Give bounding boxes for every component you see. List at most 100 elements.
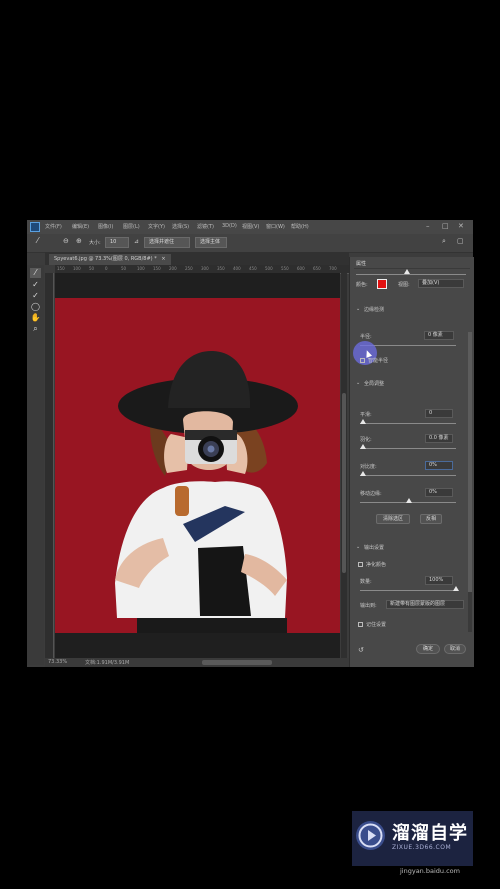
cancel-button[interactable]: 取消: [444, 644, 466, 654]
ruler-number: 350: [217, 266, 225, 271]
smart-radius-checkbox[interactable]: [360, 358, 365, 363]
decontaminate-label: 净化颜色: [366, 562, 387, 568]
tab-close-icon[interactable]: ×: [161, 256, 165, 262]
status-bar: 73.33% 文档:1.91M/3.91M: [45, 658, 349, 667]
smooth-slider[interactable]: [360, 423, 456, 424]
brush-tool-icon[interactable]: ⁄: [37, 236, 38, 245]
smooth-label: 平滑:: [360, 412, 372, 418]
ruler-number: 600: [297, 266, 305, 271]
photoshop-window: 文件(F) 编辑(E) 图像(I) 图层(L) 文字(Y) 选择(S) 滤镜(T…: [27, 220, 474, 667]
ruler-number: 300: [201, 266, 209, 271]
smooth-slider-knob[interactable]: [360, 419, 366, 424]
panel-scroll-thumb[interactable]: [468, 332, 472, 592]
ruler-number: 100: [73, 266, 81, 271]
clear-selection-button[interactable]: 清除选区: [376, 514, 410, 524]
feather-slider-knob[interactable]: [360, 444, 366, 449]
workspace-icon[interactable]: ▢: [457, 237, 464, 245]
output-to-select[interactable]: 新建带有图层蒙版的图层: [386, 600, 464, 609]
radius-field[interactable]: 0 像素: [424, 331, 454, 340]
refine-button[interactable]: 选择主体: [195, 237, 227, 248]
color-swatch[interactable]: [377, 279, 387, 289]
document-canvas[interactable]: [55, 298, 340, 633]
document-tab-bar: Spyevat6.jpg @ 73.3%(图层 0, RGB/8#) * ×: [45, 252, 349, 265]
decontaminate-checkbox[interactable]: [358, 562, 363, 567]
minimize-icon[interactable]: –: [426, 222, 430, 230]
contrast-slider[interactable]: [360, 475, 456, 476]
edge-detection-heading[interactable]: 边缘检测: [364, 306, 384, 313]
options-bar: ⁄ ⊖ ⊕ 大小: 10 ⊿ 选择并遮住 选择主体 ⌕ ▢: [27, 234, 473, 253]
menu-file[interactable]: 文件(F): [45, 223, 62, 230]
chevron-down-icon[interactable]: ⌄: [356, 544, 360, 550]
menu-view[interactable]: 视图(V): [242, 223, 259, 230]
brush-add-icon[interactable]: ⊕: [76, 237, 82, 245]
feather-label: 羽化:: [360, 437, 372, 443]
ruler-number: 250: [185, 266, 193, 271]
panel-scrollbar[interactable]: [468, 332, 472, 632]
menu-3d[interactable]: 3D(D): [222, 223, 237, 229]
menu-image[interactable]: 图像(I): [98, 223, 113, 230]
reset-icon[interactable]: ↺: [358, 646, 364, 654]
menu-type[interactable]: 文字(Y): [148, 223, 165, 230]
play-logo-icon: [356, 821, 385, 850]
search-icon[interactable]: ⌕: [442, 237, 446, 246]
shift-edge-field[interactable]: 0%: [425, 488, 453, 497]
zoom-tool-icon[interactable]: ⌕: [30, 324, 41, 334]
menu-filter[interactable]: 滤镜(T): [197, 223, 214, 230]
brand-url: ZIXUE.3D66.COM: [392, 844, 452, 851]
quick-selection-tool-icon[interactable]: ⁄: [30, 268, 41, 278]
lasso-tool-icon[interactable]: ◯: [30, 302, 41, 312]
output-settings-heading[interactable]: 输出设置: [364, 544, 384, 551]
ok-button[interactable]: 确定: [416, 644, 440, 654]
document-tab-title: Spyevat6.jpg @ 73.3%(图层 0, RGB/8#) *: [54, 256, 157, 262]
ruler-number: 450: [249, 266, 257, 271]
tools-panel: ⁄ ✓ ✓ ◯ ✋ ⌕: [27, 265, 44, 665]
opacity-slider[interactable]: [356, 274, 466, 275]
amount-field[interactable]: 100%: [425, 576, 453, 585]
contrast-slider-knob[interactable]: [360, 471, 366, 476]
brush-mode-icon[interactable]: ⊖: [63, 237, 69, 245]
menu-help[interactable]: 帮助(H): [291, 223, 309, 230]
woman-photo: [115, 350, 298, 633]
zoom-level[interactable]: 73.33%: [48, 659, 67, 665]
scroll-thumb[interactable]: [342, 393, 346, 573]
menu-window[interactable]: 窗口(W): [266, 223, 285, 230]
chevron-down-icon[interactable]: ⌄: [356, 380, 360, 386]
menu-select[interactable]: 选择(S): [172, 223, 189, 230]
remember-settings-label: 记住设置: [366, 622, 387, 628]
contrast-label: 对比度:: [360, 464, 377, 470]
menu-layer[interactable]: 图层(L): [123, 223, 140, 230]
angle-icon[interactable]: ⊿: [134, 238, 139, 245]
document-tab[interactable]: Spyevat6.jpg @ 73.3%(图层 0, RGB/8#) * ×: [49, 254, 171, 265]
canvas-area[interactable]: [55, 273, 340, 658]
ruler-number: 200: [169, 266, 177, 271]
amount-slider-knob[interactable]: [453, 586, 459, 591]
maximize-icon[interactable]: □: [442, 222, 449, 230]
amount-slider[interactable]: [360, 590, 456, 591]
close-icon[interactable]: ✕: [458, 222, 464, 230]
invert-button[interactable]: 反相: [420, 514, 442, 524]
brush-icon[interactable]: ✓: [30, 291, 41, 301]
ruler-number: 700: [329, 266, 337, 271]
global-refine-heading[interactable]: 全局调整: [364, 380, 384, 387]
chevron-down-icon[interactable]: ⌄: [356, 306, 360, 312]
ruler-number: 650: [313, 266, 321, 271]
ruler-number: 400: [233, 266, 241, 271]
feather-field[interactable]: 0.0 像素: [425, 434, 453, 443]
menu-edit[interactable]: 编辑(E): [72, 223, 89, 230]
remember-settings-checkbox[interactable]: [358, 622, 363, 627]
size-field[interactable]: 10: [105, 237, 129, 248]
refine-edge-brush-icon[interactable]: ✓: [30, 280, 41, 290]
hand-tool-icon[interactable]: ✋: [30, 313, 41, 323]
shift-edge-label: 移动边缘:: [360, 491, 382, 497]
ruler-number: 150: [57, 266, 65, 271]
ruler-number: 500: [265, 266, 273, 271]
feather-slider[interactable]: [360, 448, 456, 449]
select-subject-button[interactable]: 选择并遮住: [144, 237, 190, 248]
view-mode-select[interactable]: 叠加(V): [418, 279, 464, 288]
horizontal-scrollbar[interactable]: [202, 660, 272, 665]
menu-bar: 文件(F) 编辑(E) 图像(I) 图层(L) 文字(Y) 选择(S) 滤镜(T…: [27, 220, 473, 234]
contrast-field[interactable]: 0%: [425, 461, 453, 470]
smooth-field[interactable]: 0: [425, 409, 453, 418]
vertical-scrollbar[interactable]: [341, 273, 347, 658]
shift-edge-slider-knob[interactable]: [406, 498, 412, 503]
